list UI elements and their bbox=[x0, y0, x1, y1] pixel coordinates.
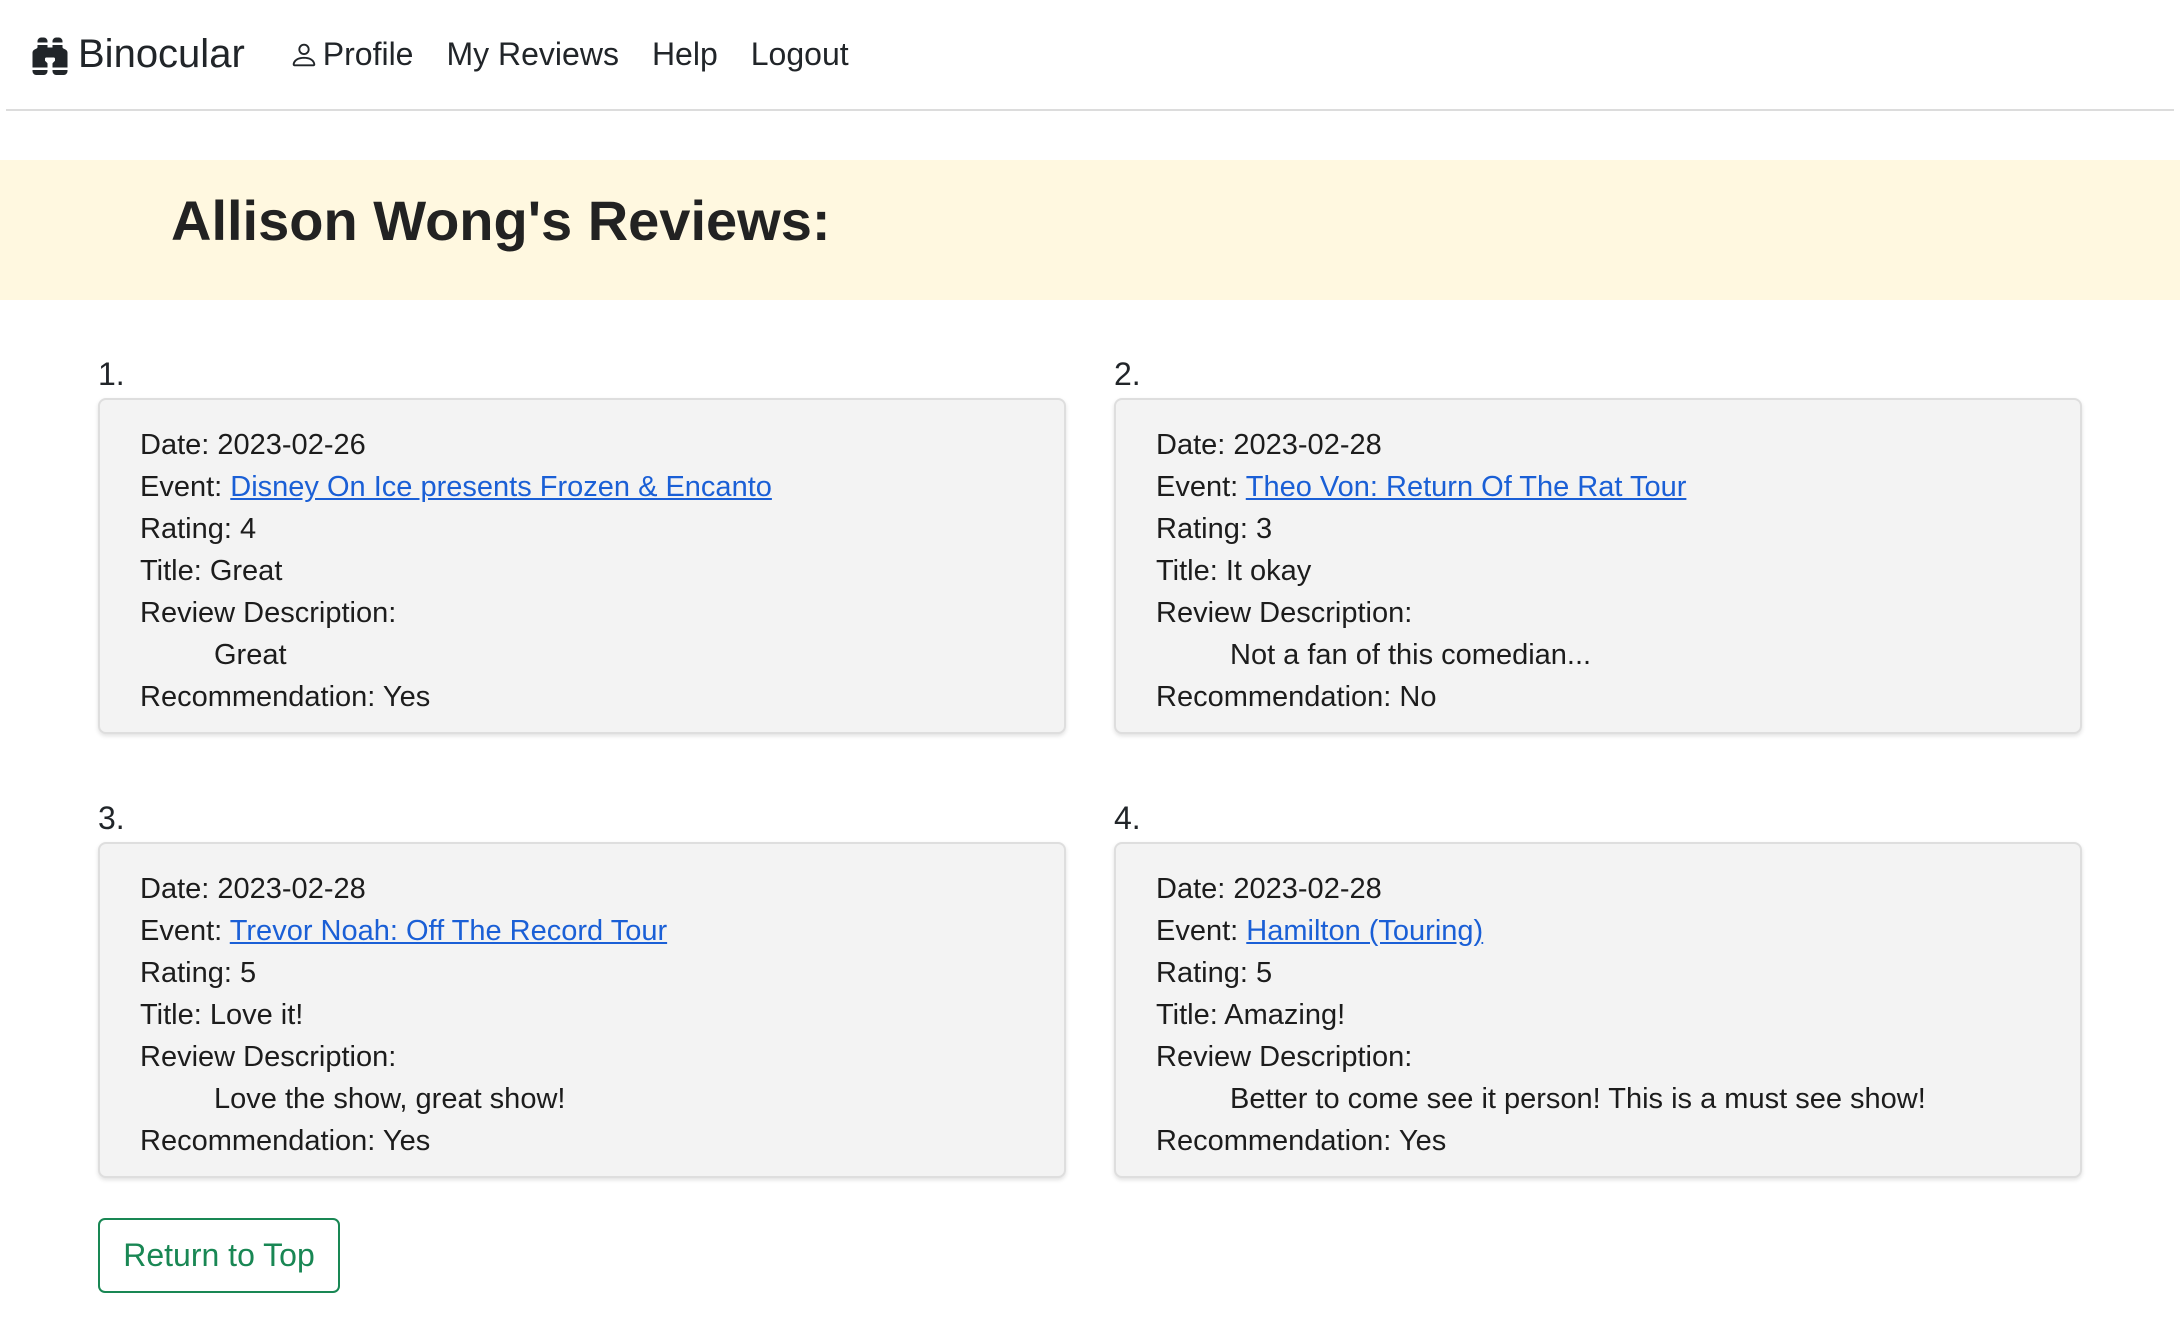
review-number: 1. bbox=[98, 356, 125, 392]
review-item: 4. Date: 2023-02-28 Event: Hamilton (Tou… bbox=[1114, 796, 2082, 1178]
review-rating: 5 bbox=[239, 957, 257, 989]
return-to-top-button[interactable]: Return to Top bbox=[98, 1218, 340, 1293]
review-event-row: Event: Disney On Ice presents Frozen & E… bbox=[140, 466, 1024, 508]
recommendation-label: Recommendation: bbox=[1156, 681, 1392, 713]
review-title-row: Title: Love it! bbox=[140, 994, 1024, 1036]
review-recommendation: Yes bbox=[382, 681, 431, 713]
description-label: Review Description: bbox=[140, 1041, 397, 1073]
nav-help[interactable]: Help bbox=[652, 36, 718, 73]
recommendation-label: Recommendation: bbox=[140, 1125, 376, 1157]
review-rating-row: Rating: 5 bbox=[140, 952, 1024, 994]
rating-label: Rating: bbox=[140, 957, 232, 989]
review-title: Love it! bbox=[209, 999, 304, 1031]
rating-label: Rating: bbox=[140, 513, 232, 545]
review-rating: 5 bbox=[1255, 957, 1273, 989]
review-rating-row: Rating: 3 bbox=[1156, 508, 2040, 550]
review-item: 1. Date: 2023-02-26 Event: Disney On Ice… bbox=[98, 352, 1066, 734]
review-description: Great bbox=[214, 639, 287, 671]
nav-profile[interactable]: Profile bbox=[289, 36, 414, 73]
event-link[interactable]: Hamilton (Touring) bbox=[1246, 915, 1483, 947]
page-title: Allison Wong's Reviews: bbox=[171, 189, 831, 252]
review-title-row: Title: Amazing! bbox=[1156, 994, 2040, 1036]
review-title: It okay bbox=[1225, 555, 1312, 587]
review-recommendation-row: Recommendation: Yes bbox=[1156, 1120, 2040, 1162]
person-icon bbox=[292, 43, 316, 66]
title-label: Title: bbox=[140, 555, 202, 587]
description-label: Review Description: bbox=[1156, 597, 1413, 629]
review-recommendation-row: Recommendation: Yes bbox=[140, 1120, 1024, 1162]
nav-logout[interactable]: Logout bbox=[751, 36, 849, 73]
review-recommendation-row: Recommendation: No bbox=[1156, 676, 2040, 718]
review-title-row: Title: It okay bbox=[1156, 550, 2040, 592]
event-label: Event: bbox=[1156, 915, 1239, 947]
reviews-grid: 1. Date: 2023-02-26 Event: Disney On Ice… bbox=[98, 352, 2082, 1178]
review-date-row: Date: 2023-02-28 bbox=[140, 868, 1024, 910]
review-card: Date: 2023-02-26 Event: Disney On Ice pr… bbox=[98, 398, 1066, 734]
nav-my-reviews[interactable]: My Reviews bbox=[446, 36, 618, 73]
review-title: Amazing! bbox=[1224, 999, 1346, 1031]
review-rating: 4 bbox=[239, 513, 257, 545]
recommendation-label: Recommendation: bbox=[1156, 1125, 1392, 1157]
page-banner: Allison Wong's Reviews: bbox=[0, 160, 2180, 300]
review-number: 2. bbox=[1114, 356, 1141, 392]
review-title: Great bbox=[209, 555, 283, 587]
review-recommendation: Yes bbox=[1398, 1125, 1447, 1157]
review-rating-row: Rating: 5 bbox=[1156, 952, 2040, 994]
review-date: 2023-02-28 bbox=[217, 873, 366, 905]
review-number: 3. bbox=[98, 800, 125, 836]
review-rating: 3 bbox=[1255, 513, 1273, 545]
review-event-row: Event: Hamilton (Touring) bbox=[1156, 910, 2040, 952]
description-label: Review Description: bbox=[140, 597, 397, 629]
event-label: Event: bbox=[1156, 471, 1239, 503]
date-label: Date: bbox=[1156, 429, 1226, 461]
review-description: Not a fan of this comedian... bbox=[1230, 639, 1592, 671]
review-date: 2023-02-28 bbox=[1233, 429, 1382, 461]
review-description: Love the show, great show! bbox=[214, 1083, 566, 1115]
review-recommendation: Yes bbox=[382, 1125, 431, 1157]
review-date-row: Date: 2023-02-28 bbox=[1156, 868, 2040, 910]
review-card: Date: 2023-02-28 Event: Trevor Noah: Off… bbox=[98, 842, 1066, 1178]
title-label: Title: bbox=[1156, 555, 1218, 587]
review-date: 2023-02-26 bbox=[217, 429, 366, 461]
review-recommendation: No bbox=[1399, 681, 1437, 713]
review-title-row: Title: Great bbox=[140, 550, 1024, 592]
review-description: Better to come see it person! This is a … bbox=[1230, 1083, 1926, 1115]
event-label: Event: bbox=[140, 471, 223, 503]
review-rating-row: Rating: 4 bbox=[140, 508, 1024, 550]
top-navbar: Binocular Profile My Reviews Help Logout bbox=[6, 0, 2174, 111]
review-date: 2023-02-28 bbox=[1233, 873, 1382, 905]
event-link[interactable]: Trevor Noah: Off The Record Tour bbox=[230, 915, 667, 947]
review-item: 2. Date: 2023-02-28 Event: Theo Von: Ret… bbox=[1114, 352, 2082, 734]
title-label: Title: bbox=[1156, 999, 1218, 1031]
date-label: Date: bbox=[140, 873, 210, 905]
review-item: 3. Date: 2023-02-28 Event: Trevor Noah: … bbox=[98, 796, 1066, 1178]
event-link[interactable]: Theo Von: Return Of The Rat Tour bbox=[1246, 471, 1687, 503]
brand-name: Binocular bbox=[78, 32, 245, 76]
review-number: 4. bbox=[1114, 800, 1141, 836]
binoculars-icon bbox=[32, 37, 68, 75]
event-label: Event: bbox=[140, 915, 223, 947]
nav-profile-label: Profile bbox=[322, 36, 414, 72]
review-card: Date: 2023-02-28 Event: Theo Von: Return… bbox=[1114, 398, 2082, 734]
rating-label: Rating: bbox=[1156, 513, 1248, 545]
brand-link[interactable]: Binocular bbox=[30, 32, 245, 77]
rating-label: Rating: bbox=[1156, 957, 1248, 989]
date-label: Date: bbox=[140, 429, 210, 461]
review-card: Date: 2023-02-28 Event: Hamilton (Tourin… bbox=[1114, 842, 2082, 1178]
review-event-row: Event: Theo Von: Return Of The Rat Tour bbox=[1156, 466, 2040, 508]
review-recommendation-row: Recommendation: Yes bbox=[140, 676, 1024, 718]
title-label: Title: bbox=[140, 999, 202, 1031]
review-date-row: Date: 2023-02-26 bbox=[140, 424, 1024, 466]
recommendation-label: Recommendation: bbox=[140, 681, 376, 713]
description-label: Review Description: bbox=[1156, 1041, 1413, 1073]
review-date-row: Date: 2023-02-28 bbox=[1156, 424, 2040, 466]
date-label: Date: bbox=[1156, 873, 1226, 905]
event-link[interactable]: Disney On Ice presents Frozen & Encanto bbox=[230, 471, 772, 503]
review-event-row: Event: Trevor Noah: Off The Record Tour bbox=[140, 910, 1024, 952]
